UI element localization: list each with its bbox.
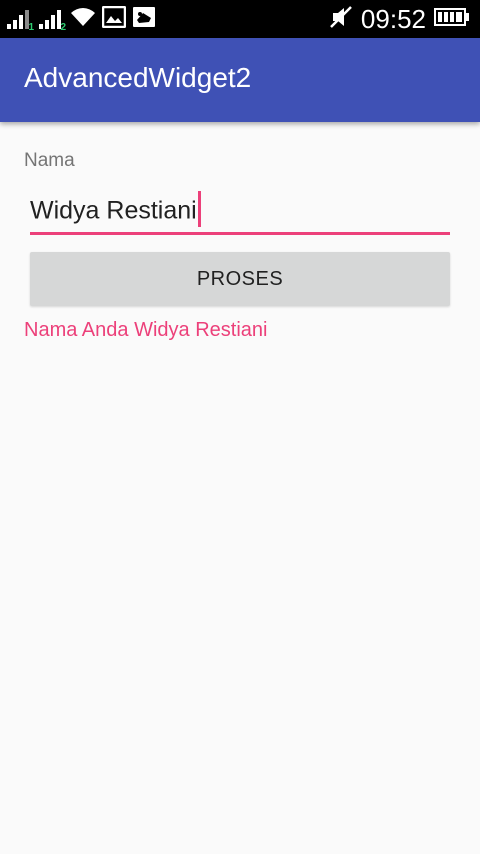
name-input-value[interactable]: Widya Restiani <box>30 197 197 225</box>
name-input-text[interactable]: Widya Restiani <box>30 191 201 230</box>
mute-icon <box>329 5 353 34</box>
wifi-icon <box>70 6 96 33</box>
name-input[interactable]: Widya Restiani <box>30 188 450 235</box>
screen: 1 2 09:52 AdvancedWidget2 Nama Widya Res… <box>0 0 480 854</box>
text-cursor <box>197 191 201 227</box>
sim2-number: 2 <box>60 22 66 33</box>
image-icon <box>132 6 156 33</box>
image-icon <box>101 5 127 33</box>
proses-button[interactable]: PROSES <box>30 252 450 306</box>
proses-button-label: PROSES <box>196 267 284 290</box>
signal-icon: 1 <box>6 8 34 33</box>
result-text: Nama Anda Widya Restiani <box>24 319 268 341</box>
status-left-icons: 1 2 <box>6 5 156 33</box>
status-bar: 1 2 09:52 <box>0 0 480 38</box>
status-time: 09:52 <box>360 4 426 34</box>
battery-icon <box>434 7 470 32</box>
status-right-icons: 09:52 <box>329 4 470 34</box>
signal-icon: 2 <box>38 8 66 33</box>
sim1-number: 1 <box>28 22 34 33</box>
name-label: Nama <box>24 150 75 171</box>
app-bar: AdvancedWidget2 <box>0 38 480 122</box>
app-title: AdvancedWidget2 <box>24 62 252 93</box>
